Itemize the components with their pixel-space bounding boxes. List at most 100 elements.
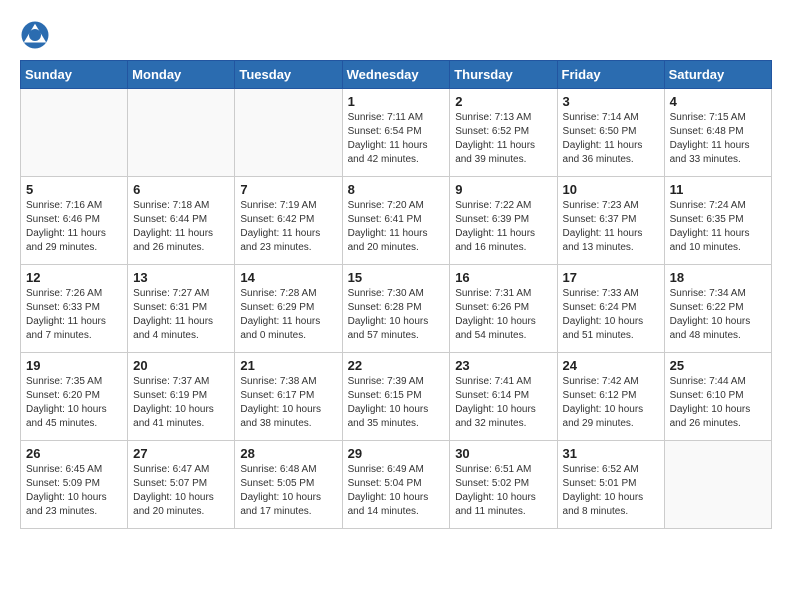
col-header-sunday: Sunday xyxy=(21,61,128,89)
col-header-saturday: Saturday xyxy=(664,61,771,89)
calendar-cell: 23Sunrise: 7:41 AM Sunset: 6:14 PM Dayli… xyxy=(450,353,557,441)
day-info: Sunrise: 7:39 AM Sunset: 6:15 PM Dayligh… xyxy=(348,375,445,431)
calendar-cell: 31 Sunrise: 6:52 AM Sunset: 5:01 PM Dayli… xyxy=(557,441,664,529)
day-number: 15 xyxy=(348,270,445,285)
day-number: 14 xyxy=(240,270,336,285)
day-info: Sunrise: 7:28 AM Sunset: 6:29 PM Dayligh… xyxy=(240,287,336,343)
day-number: 6 xyxy=(133,182,229,197)
day-number: 21 xyxy=(240,358,336,373)
day-info: Sunrise: 6:52 AM Sunset: 5:01 PM Dayligh… xyxy=(563,463,659,519)
calendar-cell: 12 Sunrise: 7:26 AM Sunset: 6:33 PM Dayli… xyxy=(21,265,128,353)
calendar-cell: 8 Sunrise: 7:20 AM Sunset: 6:41 PM Daylig… xyxy=(342,177,450,265)
day-info: Sunrise: 6:45 AM Sunset: 5:09 PM Dayligh… xyxy=(26,463,122,519)
day-number: 17 xyxy=(563,270,659,285)
day-number: 8 xyxy=(348,182,445,197)
logo xyxy=(20,20,54,50)
calendar-week-row: 1Sunrise: 7:11 AM Sunset: 6:54 PM Daylig… xyxy=(21,89,772,177)
calendar-cell: 20 Sunrise: 7:37 AM Sunset: 6:19 PM Dayli… xyxy=(128,353,235,441)
logo-icon xyxy=(20,20,50,50)
calendar-week-row: 19 Sunrise: 7:35 AM Sunset: 6:20 PM Dayli… xyxy=(21,353,772,441)
day-number: 26 xyxy=(26,446,122,461)
calendar-cell: 29 Sunrise: 6:49 AM Sunset: 5:04 PM Dayli… xyxy=(342,441,450,529)
day-info: Sunrise: 7:26 AM Sunset: 6:33 PM Dayligh… xyxy=(26,287,122,343)
calendar-cell: 4 Sunrise: 7:15 AM Sunset: 6:48 PM Daylig… xyxy=(664,89,771,177)
calendar-cell: 9 Sunrise: 7:22 AM Sunset: 6:39 PM Daylig… xyxy=(450,177,557,265)
day-info: Sunrise: 7:16 AM Sunset: 6:46 PM Dayligh… xyxy=(26,199,122,255)
day-number: 20 xyxy=(133,358,229,373)
day-info: Sunrise: 7:23 AM Sunset: 6:37 PM Dayligh… xyxy=(563,199,659,255)
calendar-cell: 22Sunrise: 7:39 AM Sunset: 6:15 PM Dayli… xyxy=(342,353,450,441)
calendar-cell xyxy=(664,441,771,529)
day-info: Sunrise: 7:35 AM Sunset: 6:20 PM Dayligh… xyxy=(26,375,122,431)
day-info: Sunrise: 7:31 AM Sunset: 6:26 PM Dayligh… xyxy=(455,287,551,343)
day-number: 31 xyxy=(563,446,659,461)
calendar-cell: 21 Sunrise: 7:38 AM Sunset: 6:17 PM Dayli… xyxy=(235,353,342,441)
calendar-cell: 27 Sunrise: 6:47 AM Sunset: 5:07 PM Dayli… xyxy=(128,441,235,529)
calendar-cell: 1Sunrise: 7:11 AM Sunset: 6:54 PM Daylig… xyxy=(342,89,450,177)
day-info: Sunrise: 7:38 AM Sunset: 6:17 PM Dayligh… xyxy=(240,375,336,431)
day-number: 11 xyxy=(670,182,766,197)
calendar-cell: 3 Sunrise: 7:14 AM Sunset: 6:50 PM Daylig… xyxy=(557,89,664,177)
calendar-cell: 10 Sunrise: 7:23 AM Sunset: 6:37 PM Dayli… xyxy=(557,177,664,265)
day-info: Sunrise: 6:47 AM Sunset: 5:07 PM Dayligh… xyxy=(133,463,229,519)
day-number: 29 xyxy=(348,446,445,461)
col-header-monday: Monday xyxy=(128,61,235,89)
day-number: 7 xyxy=(240,182,336,197)
calendar-cell: 11 Sunrise: 7:24 AM Sunset: 6:35 PM Dayli… xyxy=(664,177,771,265)
calendar-week-row: 26 Sunrise: 6:45 AM Sunset: 5:09 PM Dayli… xyxy=(21,441,772,529)
day-info: Sunrise: 7:15 AM Sunset: 6:48 PM Dayligh… xyxy=(670,111,766,167)
calendar-cell xyxy=(235,89,342,177)
day-info: Sunrise: 7:30 AM Sunset: 6:28 PM Dayligh… xyxy=(348,287,445,343)
calendar-cell: 17 Sunrise: 7:33 AM Sunset: 6:24 PM Dayli… xyxy=(557,265,664,353)
day-info: Sunrise: 6:49 AM Sunset: 5:04 PM Dayligh… xyxy=(348,463,445,519)
calendar-week-row: 5 Sunrise: 7:16 AM Sunset: 6:46 PM Daylig… xyxy=(21,177,772,265)
day-number: 19 xyxy=(26,358,122,373)
calendar-cell: 16 Sunrise: 7:31 AM Sunset: 6:26 PM Dayli… xyxy=(450,265,557,353)
day-number: 5 xyxy=(26,182,122,197)
day-number: 28 xyxy=(240,446,336,461)
day-info: Sunrise: 7:19 AM Sunset: 6:42 PM Dayligh… xyxy=(240,199,336,255)
col-header-thursday: Thursday xyxy=(450,61,557,89)
day-number: 23 xyxy=(455,358,551,373)
page-header xyxy=(20,20,772,50)
calendar-cell: 5 Sunrise: 7:16 AM Sunset: 6:46 PM Daylig… xyxy=(21,177,128,265)
day-info: Sunrise: 7:24 AM Sunset: 6:35 PM Dayligh… xyxy=(670,199,766,255)
day-info: Sunrise: 7:27 AM Sunset: 6:31 PM Dayligh… xyxy=(133,287,229,343)
calendar-cell: 25Sunrise: 7:44 AM Sunset: 6:10 PM Dayli… xyxy=(664,353,771,441)
calendar-cell xyxy=(128,89,235,177)
day-info: Sunrise: 7:18 AM Sunset: 6:44 PM Dayligh… xyxy=(133,199,229,255)
day-info: Sunrise: 6:51 AM Sunset: 5:02 PM Dayligh… xyxy=(455,463,551,519)
calendar-cell: 6 Sunrise: 7:18 AM Sunset: 6:44 PM Daylig… xyxy=(128,177,235,265)
day-number: 4 xyxy=(670,94,766,109)
col-header-tuesday: Tuesday xyxy=(235,61,342,89)
day-number: 16 xyxy=(455,270,551,285)
calendar-cell: 19 Sunrise: 7:35 AM Sunset: 6:20 PM Dayli… xyxy=(21,353,128,441)
day-info: Sunrise: 7:37 AM Sunset: 6:19 PM Dayligh… xyxy=(133,375,229,431)
day-number: 3 xyxy=(563,94,659,109)
calendar-cell: 15 Sunrise: 7:30 AM Sunset: 6:28 PM Dayli… xyxy=(342,265,450,353)
day-info: Sunrise: 7:33 AM Sunset: 6:24 PM Dayligh… xyxy=(563,287,659,343)
calendar-cell: 26 Sunrise: 6:45 AM Sunset: 5:09 PM Dayli… xyxy=(21,441,128,529)
day-info: Sunrise: 7:11 AM Sunset: 6:54 PM Dayligh… xyxy=(348,111,445,167)
day-number: 2 xyxy=(455,94,551,109)
day-info: Sunrise: 7:20 AM Sunset: 6:41 PM Dayligh… xyxy=(348,199,445,255)
day-number: 27 xyxy=(133,446,229,461)
day-info: Sunrise: 7:22 AM Sunset: 6:39 PM Dayligh… xyxy=(455,199,551,255)
day-number: 9 xyxy=(455,182,551,197)
day-number: 10 xyxy=(563,182,659,197)
calendar-cell: 14 Sunrise: 7:28 AM Sunset: 6:29 PM Dayli… xyxy=(235,265,342,353)
calendar-cell: 13Sunrise: 7:27 AM Sunset: 6:31 PM Dayli… xyxy=(128,265,235,353)
calendar-cell: 30Sunrise: 6:51 AM Sunset: 5:02 PM Dayli… xyxy=(450,441,557,529)
day-number: 12 xyxy=(26,270,122,285)
day-number: 18 xyxy=(670,270,766,285)
day-info: Sunrise: 7:14 AM Sunset: 6:50 PM Dayligh… xyxy=(563,111,659,167)
calendar-header-row: SundayMondayTuesdayWednesdayThursdayFrid… xyxy=(21,61,772,89)
calendar-cell xyxy=(21,89,128,177)
day-number: 24 xyxy=(563,358,659,373)
day-number: 25 xyxy=(670,358,766,373)
day-info: Sunrise: 7:13 AM Sunset: 6:52 PM Dayligh… xyxy=(455,111,551,167)
day-info: Sunrise: 7:34 AM Sunset: 6:22 PM Dayligh… xyxy=(670,287,766,343)
col-header-wednesday: Wednesday xyxy=(342,61,450,89)
calendar-table: SundayMondayTuesdayWednesdayThursdayFrid… xyxy=(20,60,772,529)
col-header-friday: Friday xyxy=(557,61,664,89)
